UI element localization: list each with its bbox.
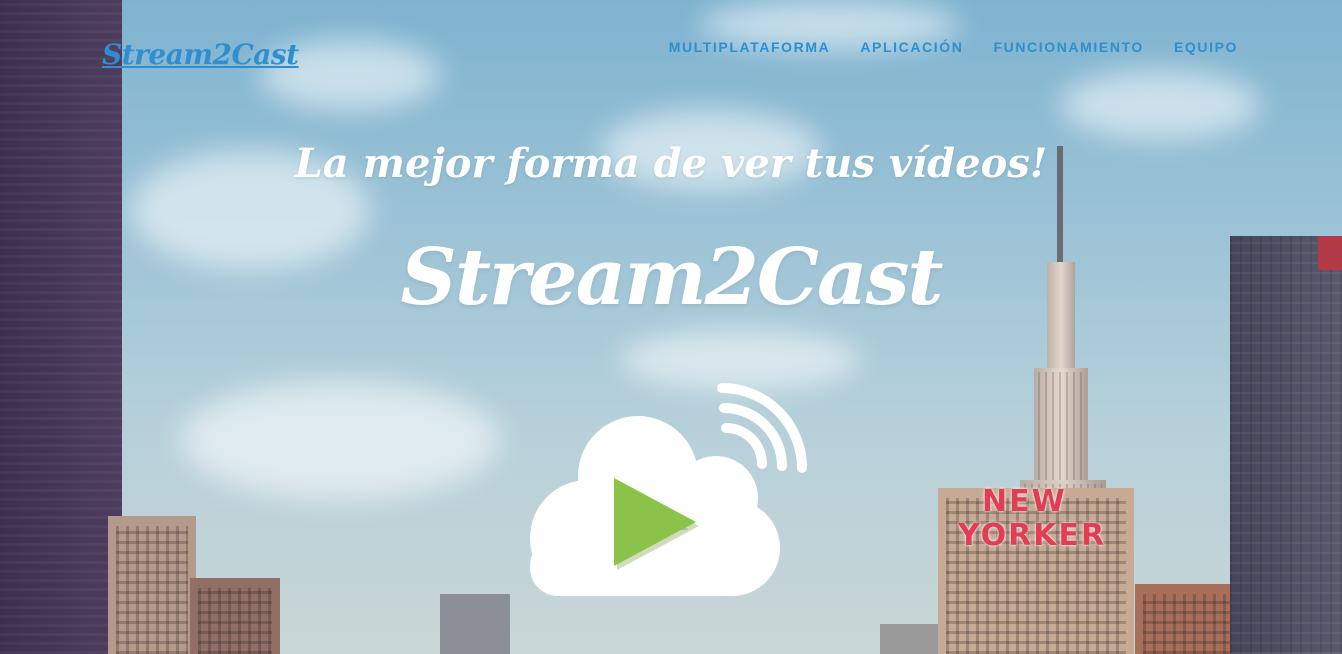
cloud-play-cast-icon (530, 383, 807, 596)
nav-funcionamiento[interactable]: FUNCIONAMIENTO (993, 39, 1143, 55)
sky-cloud (180, 380, 500, 500)
building (190, 578, 280, 654)
new-yorker-sign-line-1: NEW (982, 484, 1067, 519)
building (880, 624, 940, 654)
empire-state-mid (1034, 368, 1088, 488)
building (108, 516, 196, 654)
hero-tagline: La mejor forma de ver tus vídeos! (294, 140, 1048, 187)
cast-waves-icon (717, 383, 807, 473)
nav-multiplataforma[interactable]: MULTIPLATAFORMA (669, 39, 831, 55)
building-left (0, 0, 122, 654)
hero-brand-logo: Stream2Cast (400, 232, 944, 323)
nav-equipo[interactable]: EQUIPO (1174, 39, 1238, 55)
new-yorker-sign-line-2: YORKER (958, 518, 1107, 553)
logo-link[interactable]: Stream2Cast (102, 38, 299, 71)
main-nav: MULTIPLATAFORMA APLICACIÓN FUNCIONAMIENT… (669, 39, 1238, 55)
nav-aplicacion[interactable]: APLICACIÓN (860, 39, 963, 55)
building (440, 594, 510, 654)
